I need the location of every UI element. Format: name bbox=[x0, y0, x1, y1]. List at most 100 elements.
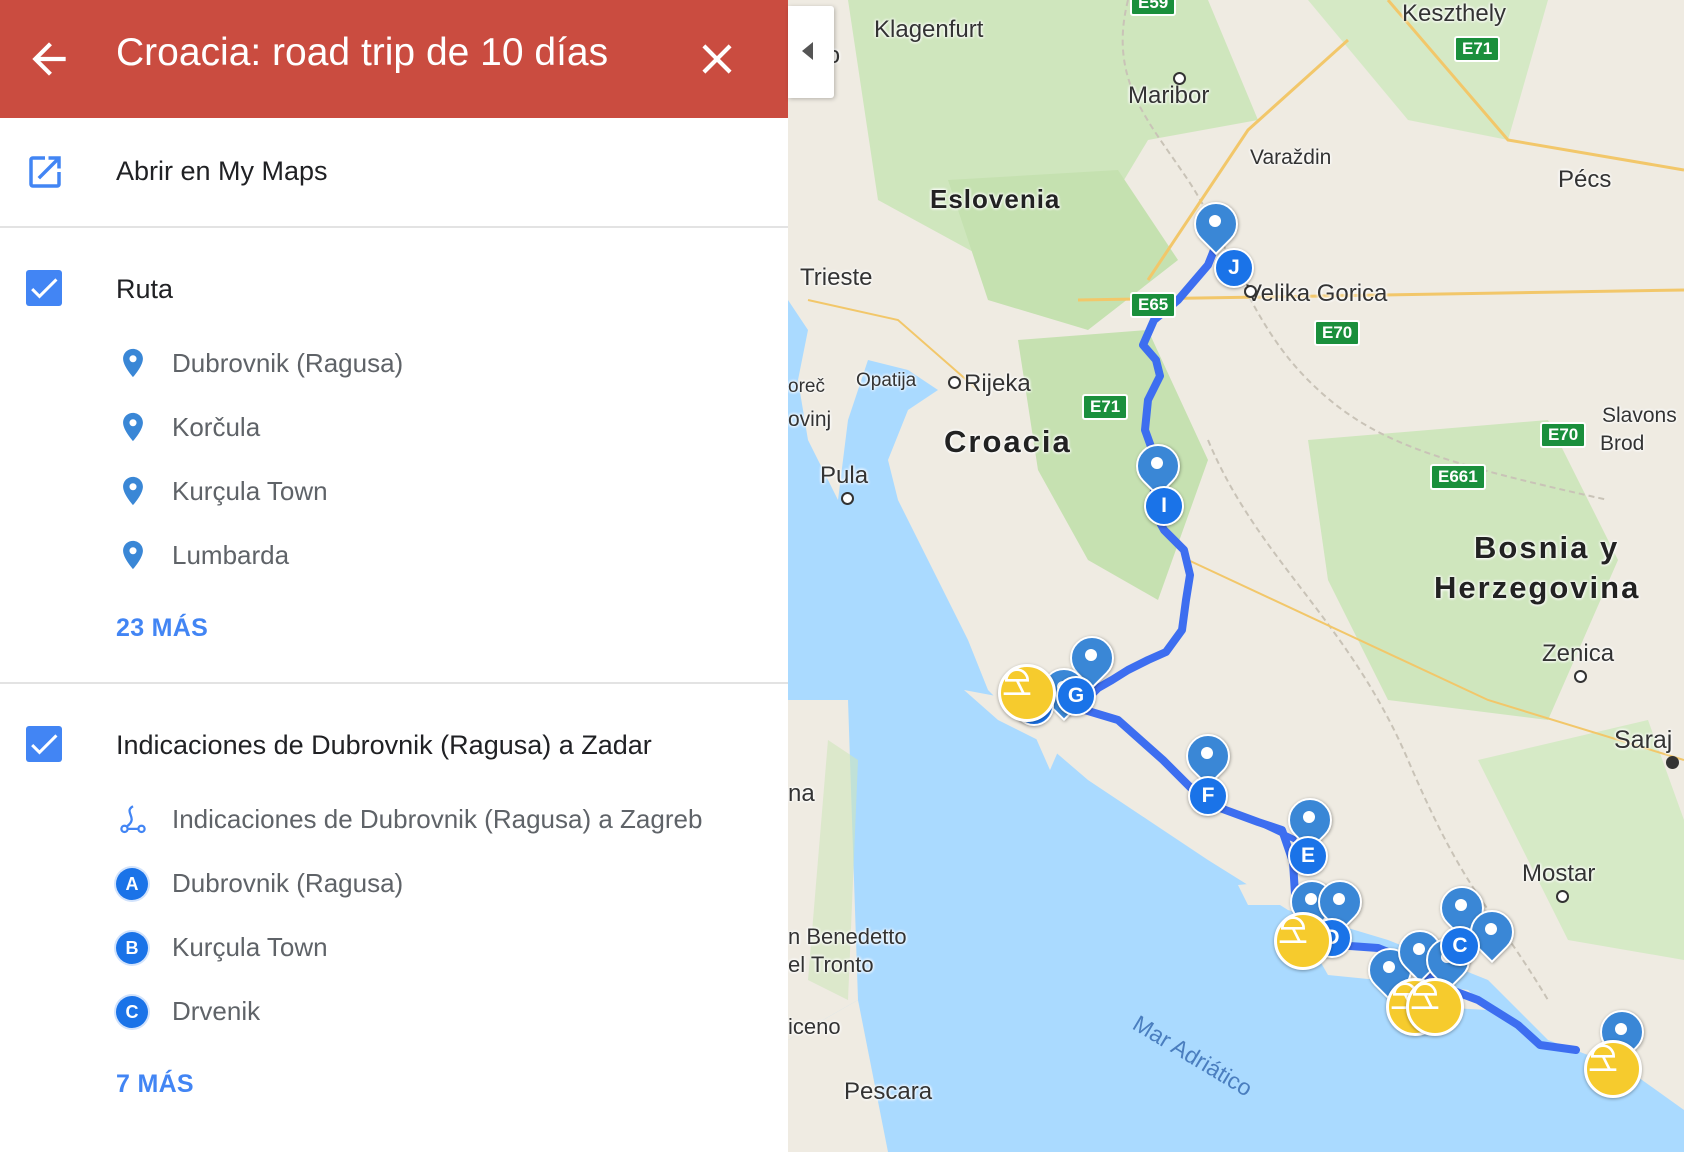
layer-route-checkbox[interactable] bbox=[26, 270, 62, 306]
collapse-panel-button[interactable] bbox=[788, 6, 834, 98]
map-title: Croacia: road trip de 10 días bbox=[116, 31, 609, 74]
route-item-label: Lumbarda bbox=[172, 540, 290, 570]
directions-item-c[interactable]: C Drvenik bbox=[0, 992, 788, 1032]
route-item-label: Korčula bbox=[172, 412, 261, 442]
route-item-dubrovnik[interactable]: Dubrovnik (Ragusa) bbox=[0, 344, 788, 384]
beach-marker[interactable] bbox=[1584, 1040, 1642, 1098]
directions-item-label: Drvenik bbox=[172, 996, 261, 1026]
city-rijeka: Rijeka bbox=[964, 370, 1031, 397]
city-slavonski-brod-1: Slavons bbox=[1602, 404, 1677, 427]
city-trieste: Trieste bbox=[800, 264, 873, 291]
city-mostar: Mostar bbox=[1522, 860, 1596, 887]
city-velika-gorica: Velika Gorica bbox=[1246, 280, 1388, 307]
directions-item-route[interactable]: Indicaciones de Dubrovnik (Ragusa) a Zag… bbox=[0, 800, 788, 840]
route-item-label: Dubrovnik (Ragusa) bbox=[172, 348, 404, 378]
city-dot bbox=[1244, 285, 1257, 298]
directions-item-label: Kurçula Town bbox=[172, 932, 328, 962]
city-porec: oreč bbox=[788, 376, 825, 397]
beach-umbrella-icon bbox=[1279, 916, 1307, 943]
map-legend-panel: Croacia: road trip de 10 días Abrir en M… bbox=[0, 0, 788, 1152]
city-pula: Pula bbox=[820, 462, 869, 489]
route-item-label: Kurçula Town bbox=[172, 476, 328, 506]
app-root: Croacia: road trip de 10 días Abrir en M… bbox=[0, 0, 1684, 1152]
check-icon bbox=[31, 734, 58, 755]
road-shield-e71: E71 bbox=[1082, 394, 1129, 420]
route-item-kurcula-town[interactable]: Kurçula Town bbox=[0, 472, 788, 512]
beach-umbrella-icon bbox=[1589, 1044, 1617, 1071]
city-dot bbox=[841, 492, 854, 505]
place-pin-icon bbox=[123, 540, 143, 570]
directions-route-icon bbox=[120, 805, 146, 834]
directions-item-a[interactable]: A Dubrovnik (Ragusa) bbox=[0, 864, 788, 904]
city-san-benedetto-2: el Tronto bbox=[788, 952, 874, 977]
city-sarajevo: Saraj bbox=[1614, 726, 1673, 754]
route-marker-f[interactable]: F bbox=[1188, 776, 1228, 816]
directions-more-link[interactable]: 7 MÁS bbox=[116, 1070, 194, 1099]
map-canvas[interactable]: Klagenfurt acho Maribor Varaždin Pécs Ke… bbox=[788, 0, 1684, 1152]
divider bbox=[0, 682, 788, 684]
place-pin-icon bbox=[123, 476, 143, 506]
open-in-new-icon bbox=[29, 156, 61, 188]
close-button[interactable] bbox=[692, 34, 742, 84]
route-item-korcula[interactable]: Korčula bbox=[0, 408, 788, 448]
beach-umbrella-icon bbox=[1411, 982, 1439, 1009]
beach-marker[interactable] bbox=[1274, 912, 1332, 970]
beach-marker[interactable] bbox=[998, 664, 1056, 722]
open-in-my-maps-label: Abrir en My Maps bbox=[116, 156, 328, 186]
open-in-my-maps-link[interactable]: Abrir en My Maps bbox=[0, 118, 788, 226]
route-marker-c[interactable]: C bbox=[1440, 926, 1480, 966]
city-pecs: Pécs bbox=[1558, 166, 1612, 193]
city-zenica: Zenica bbox=[1542, 640, 1615, 667]
country-eslovenia: Eslovenia bbox=[930, 184, 1061, 214]
directions-item-label: Indicaciones de Dubrovnik (Ragusa) a Zag… bbox=[172, 804, 703, 834]
route-marker-g[interactable]: G bbox=[1056, 676, 1096, 716]
collapse-arrow-icon bbox=[802, 42, 813, 60]
city-dot bbox=[1666, 756, 1679, 769]
city-pescara: Pescara bbox=[844, 1078, 933, 1105]
road-shield-e661: E661 bbox=[1430, 464, 1486, 490]
place-pin-icon bbox=[123, 348, 143, 378]
waypoint-badge: B bbox=[116, 932, 148, 964]
divider bbox=[0, 226, 788, 228]
road-shield-e70: E70 bbox=[1540, 422, 1587, 448]
city-dot bbox=[948, 376, 961, 389]
city-keszthely: Keszthely bbox=[1402, 0, 1507, 27]
close-icon bbox=[702, 44, 732, 74]
directions-item-label: Dubrovnik (Ragusa) bbox=[172, 868, 404, 898]
country-bosnia-1: Bosnia y bbox=[1474, 530, 1620, 565]
city-dot bbox=[1574, 670, 1587, 683]
city-na: na bbox=[788, 780, 815, 807]
layer-directions-checkbox[interactable] bbox=[26, 726, 62, 762]
country-croacia: Croacia bbox=[944, 424, 1072, 459]
city-slavonski-brod-2: Brod bbox=[1600, 432, 1645, 455]
route-more-link[interactable]: 23 MÁS bbox=[116, 614, 208, 643]
beach-umbrella-icon bbox=[1003, 668, 1031, 695]
route-item-lumbarda[interactable]: Lumbarda bbox=[0, 536, 788, 576]
country-bosnia-2: Herzegovina bbox=[1434, 570, 1641, 605]
city-dot bbox=[1556, 890, 1569, 903]
road-shield-e59: E59 bbox=[1130, 0, 1177, 16]
arrow-back-icon bbox=[32, 42, 66, 76]
city-maribor: Maribor bbox=[1128, 82, 1210, 109]
road-shield-e65: E65 bbox=[1130, 292, 1177, 318]
city-klagenfurt: Klagenfurt bbox=[874, 16, 984, 43]
place-pin-icon bbox=[123, 412, 143, 442]
route-marker-j[interactable]: J bbox=[1214, 248, 1254, 288]
city-iceno: iceno bbox=[788, 1014, 841, 1039]
beach-marker[interactable] bbox=[1406, 978, 1464, 1036]
waypoint-badge: C bbox=[116, 996, 148, 1028]
city-rovinj: ovinj bbox=[788, 408, 832, 431]
road-shield-e71: E71 bbox=[1454, 36, 1501, 62]
route-marker-i[interactable]: I bbox=[1144, 486, 1184, 526]
city-varazdin: Varaždin bbox=[1250, 146, 1332, 169]
waypoint-badge: A bbox=[116, 868, 148, 900]
check-icon bbox=[31, 278, 58, 299]
back-button[interactable] bbox=[24, 34, 74, 84]
route-marker-e[interactable]: E bbox=[1288, 836, 1328, 876]
city-opatija: Opatija bbox=[856, 370, 917, 391]
road-shield-e70: E70 bbox=[1314, 320, 1361, 346]
layer-route-title: Ruta bbox=[116, 274, 174, 304]
layer-directions-title: Indicaciones de Dubrovnik (Ragusa) a Zad… bbox=[116, 730, 652, 760]
panel-header: Croacia: road trip de 10 días bbox=[0, 0, 788, 118]
directions-item-b[interactable]: B Kurçula Town bbox=[0, 928, 788, 968]
